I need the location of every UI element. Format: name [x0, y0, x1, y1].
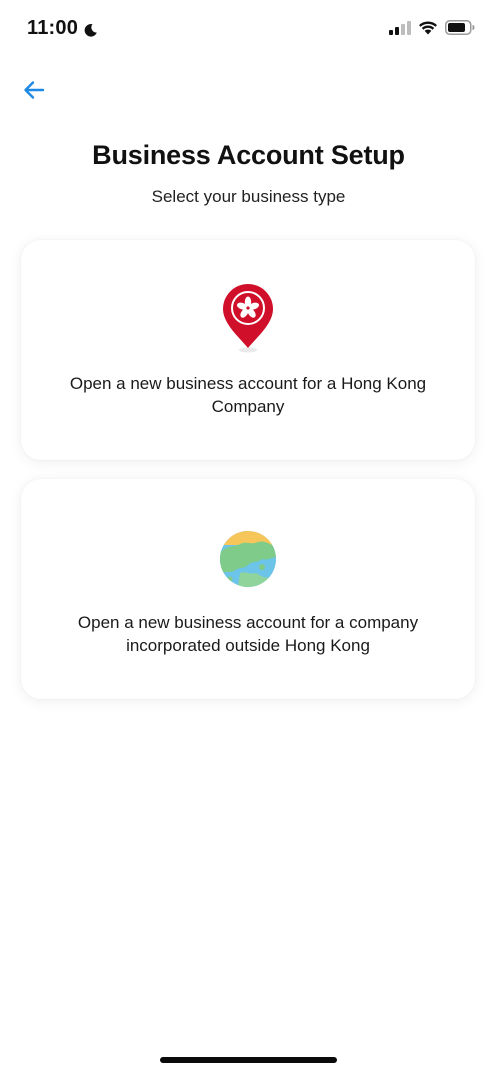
status-icons — [389, 20, 475, 40]
arrow-left-icon — [22, 78, 46, 107]
status-bar: 11:00 — [0, 0, 497, 60]
hong-kong-company-option-card[interactable]: Open a new business account for a Hong K… — [21, 240, 475, 460]
status-time: 11:00 — [27, 17, 98, 40]
home-indicator[interactable] — [160, 1057, 337, 1063]
hong-kong-location-pin-icon — [218, 284, 278, 354]
moon-icon — [83, 21, 98, 37]
back-button[interactable] — [20, 78, 48, 106]
overseas-company-option-card[interactable]: Open a new business account for a compan… — [21, 479, 475, 699]
wifi-icon — [418, 20, 438, 40]
overseas-company-option-label: Open a new business account for a compan… — [77, 613, 419, 655]
cellular-signal-icon — [389, 20, 411, 40]
page-subtitle: Select your business type — [151, 187, 346, 206]
battery-icon — [445, 20, 475, 40]
hong-kong-company-option-label: Open a new business account for a Hong K… — [69, 374, 427, 416]
status-time-text: 11:00 — [27, 17, 79, 39]
globe-icon — [218, 527, 278, 597]
page-title: Business Account Setup — [92, 140, 405, 170]
